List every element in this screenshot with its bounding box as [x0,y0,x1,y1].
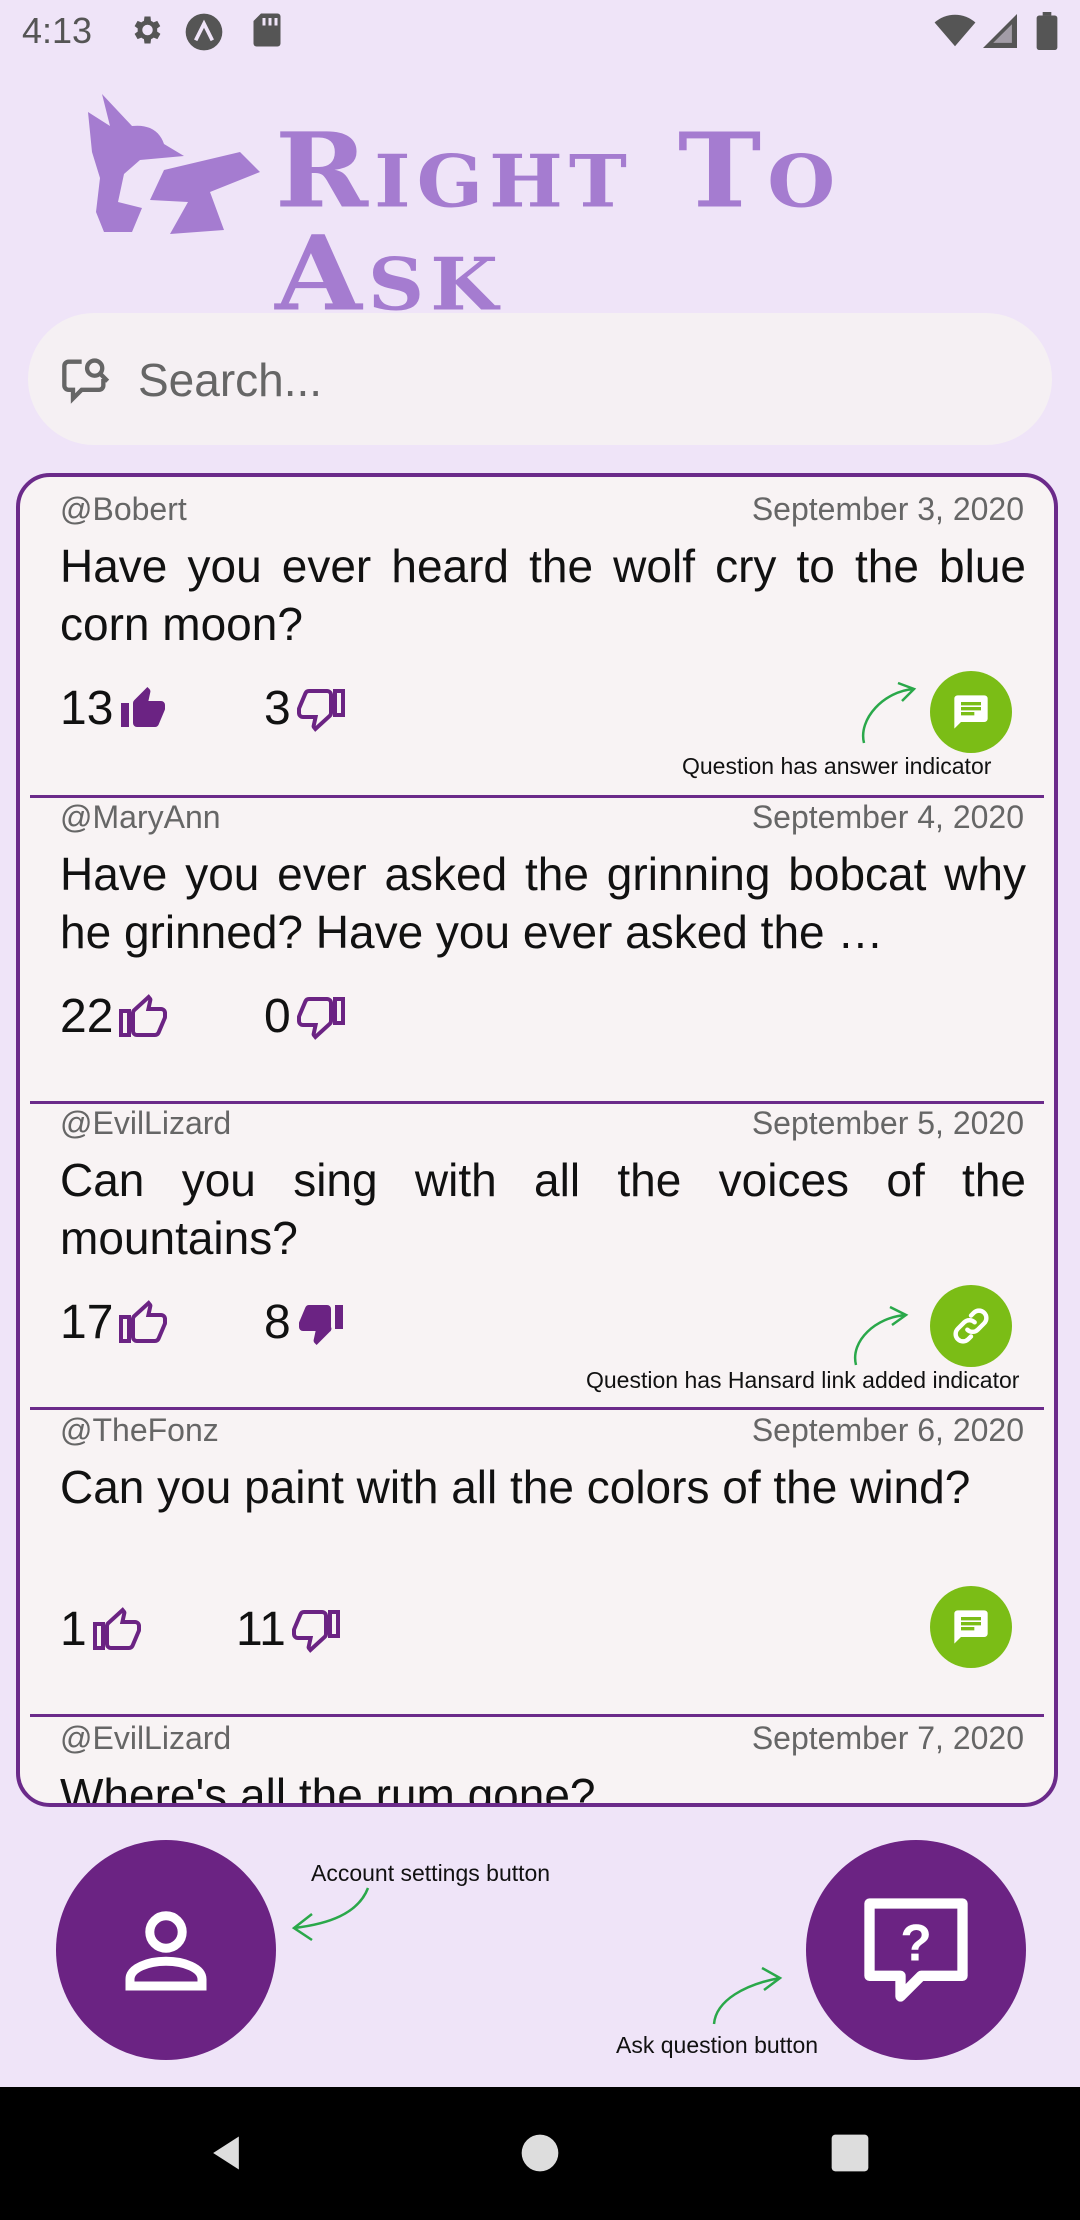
question-date: September 7, 2020 [751,1720,1024,1756]
message-icon [954,1610,988,1644]
search-input[interactable] [136,313,1020,447]
search-chat-icon [60,353,112,410]
upvote-count: 1 [60,1603,87,1656]
settings-icon [128,12,164,53]
a-circle-icon [184,12,224,57]
account-settings-button[interactable] [56,1840,276,2060]
thumb-down-outline-icon [291,1609,340,1653]
signal-icon [982,14,1018,53]
question-author[interactable]: @Bobert [60,491,187,528]
annotation-hansard-indicator: Question has Hansard link added indicato… [586,1367,1020,1393]
question-date: September 6, 2020 [751,1412,1024,1448]
person-icon [125,1911,207,1991]
question-text: Have you ever heard the wolf cry to the … [60,540,1026,650]
question-author[interactable]: @TheFonz [60,1412,219,1449]
thumb-up-filled-icon [121,686,166,727]
status-time: 4:13 [22,10,93,51]
question-card[interactable]: @EvilLizard September 7, 2020 Where's al… [20,1706,1054,1807]
question-date: September 5, 2020 [751,1105,1024,1141]
question-text: Where's all the rum gone? [60,1769,596,1807]
question-date: September 4, 2020 [751,799,1024,835]
downvote-button[interactable]: 8 [264,1295,345,1350]
downvote-button[interactable]: 0 [264,989,345,1044]
status-bar: 4:13 [0,0,1080,66]
recents-icon[interactable] [828,2131,872,2175]
answer-indicator[interactable] [930,671,1012,753]
hansard-link-indicator[interactable] [930,1285,1012,1367]
upvote-button[interactable]: 17 [60,1295,168,1350]
annotation-answer-indicator: Question has answer indicator [682,753,992,779]
downvote-count: 8 [264,1296,291,1349]
app-logo: Right To Ask [80,82,1000,326]
question-bubble-icon: ? [864,1898,968,2002]
link-icon [953,1308,989,1344]
annotation-arrow [712,1966,783,2025]
thumb-down-outline-icon [296,996,345,1040]
annotation-arrow [853,1305,909,1366]
app-title: Right To Ask [275,110,842,335]
downvote-count: 3 [264,682,291,735]
svg-text:?: ? [900,1913,932,1971]
question-author[interactable]: @EvilLizard [60,1720,231,1757]
thumb-up-outline-icon [119,1299,168,1343]
search-bar[interactable] [28,313,1052,447]
upvote-button[interactable]: 13 [60,681,167,736]
back-icon[interactable] [204,2131,248,2175]
upvote-button[interactable]: 22 [60,989,168,1044]
battery-icon [1036,12,1058,55]
home-icon[interactable] [518,2131,562,2175]
annotation-arrow [291,1887,370,1942]
wifi-icon [934,14,976,53]
question-author[interactable]: @EvilLizard [60,1105,231,1142]
thumb-up-outline-icon [92,1606,141,1650]
downvote-button[interactable]: 3 [264,681,345,736]
upvote-count: 17 [60,1296,114,1349]
thumb-down-outline-icon [296,688,345,732]
annotation-account-button: Account settings button [311,1860,551,1886]
downvote-count: 0 [264,990,291,1043]
upvote-count: 22 [60,990,114,1043]
answer-indicator[interactable] [930,1586,1012,1668]
question-card[interactable]: @Bobert September 3, 2020 Have you ever … [20,477,1054,785]
annotation-ask-button: Ask question button [616,2032,819,2058]
question-card[interactable]: @TheFonz September 6, 2020 Can you paint… [20,1398,1054,1706]
thumb-up-outline-icon [119,993,168,1037]
downvote-button[interactable]: 11 [236,1602,340,1657]
downvote-count: 11 [236,1603,286,1656]
question-card[interactable]: @EvilLizard September 5, 2020 Can you si… [20,1091,1054,1399]
question-date: September 3, 2020 [751,491,1024,527]
question-author[interactable]: @MaryAnn [60,799,221,836]
annotation-arrow [861,681,917,744]
upvote-count: 13 [60,682,114,735]
upvote-button[interactable]: 1 [60,1602,141,1657]
question-text: Have you ever asked the grinning bobcat … [60,848,1026,958]
message-icon [954,695,988,729]
question-text: Can you paint with all the colors of the… [60,1461,971,1513]
system-nav-bar [0,2087,1080,2220]
question-card[interactable]: @MaryAnn September 4, 2020 Have you ever… [20,785,1054,1093]
thumb-down-filled-icon [298,1304,343,1345]
question-text: Can you sing with all the voices of the … [60,1154,1026,1264]
ask-question-button[interactable]: ? [806,1840,1026,2060]
sd-card-icon [250,12,284,53]
question-list[interactable]: @Bobert September 3, 2020 Have you ever … [16,473,1058,1807]
kangaroo-logo-icon [88,94,260,234]
